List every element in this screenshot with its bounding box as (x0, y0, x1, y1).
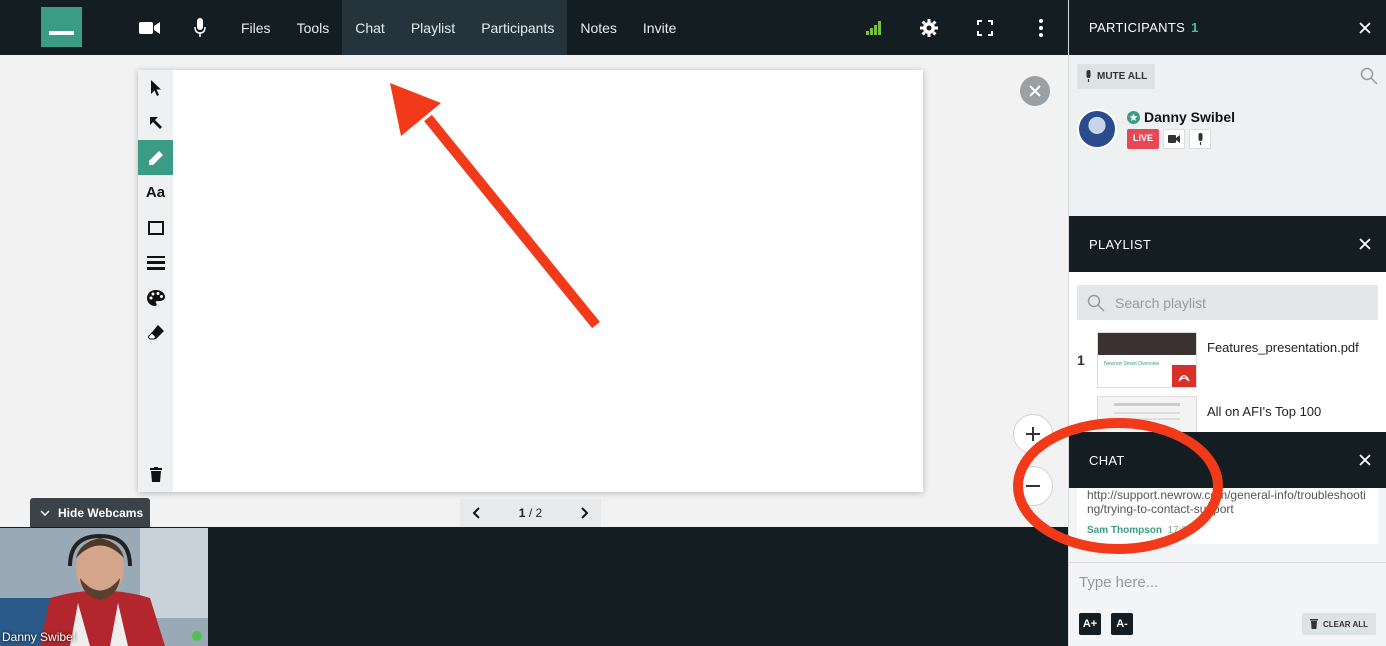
nav-notes[interactable]: Notes (567, 0, 630, 55)
color-palette-icon[interactable] (138, 280, 173, 315)
chat-message-text[interactable]: http://support.newrow.com/general-info/t… (1087, 488, 1368, 516)
more-options-icon[interactable] (1034, 0, 1048, 55)
online-status-dot (192, 631, 202, 641)
playlist-thumbnail: Newrow Smart Overview (1097, 332, 1197, 388)
webcam-video[interactable]: Danny Swibel (0, 528, 208, 646)
mute-all-button[interactable]: MUTE ALL (1077, 63, 1156, 89)
participants-toolbar: MUTE ALL (1069, 55, 1386, 97)
playlist-item[interactable]: 2 All on AFI's Top 100 (1069, 392, 1386, 432)
webcam-person-image (0, 528, 208, 646)
search-icon (1087, 294, 1105, 312)
font-decrease-button[interactable]: A- (1111, 613, 1133, 635)
arrow-tool-icon[interactable] (138, 105, 173, 140)
chat-title: CHAT (1089, 452, 1125, 468)
close-icon (1029, 85, 1041, 97)
right-panel: PARTICIPANTS 1 MUTE ALL Danny Swibel LIV… (1068, 0, 1386, 646)
eraser-tool-icon[interactable] (138, 315, 173, 350)
hide-webcams-label: Hide Webcams (58, 505, 144, 520)
playlist-header: PLAYLIST (1069, 216, 1386, 272)
line-width-tool-icon[interactable] (138, 245, 173, 280)
close-whiteboard-button[interactable] (1020, 76, 1050, 106)
participant-row[interactable]: Danny Swibel LIVE (1069, 97, 1386, 161)
participants-count: 1 (1191, 20, 1199, 35)
chevron-right-icon[interactable] (581, 507, 589, 519)
nav-participants[interactable]: Participants (468, 0, 568, 55)
participant-badges: LIVE (1127, 129, 1235, 149)
zoom-in-button[interactable] (1013, 414, 1053, 454)
chat-message: http://support.newrow.com/general-info/t… (1077, 488, 1378, 544)
chat-messages: http://support.newrow.com/general-info/t… (1069, 488, 1386, 564)
host-star-icon (1127, 110, 1140, 124)
chevron-down-icon (40, 509, 50, 516)
playlist-item-name: All on AFI's Top 100 (1207, 404, 1322, 419)
participant-name: Danny Swibel (1127, 109, 1235, 125)
plus-icon (1026, 427, 1040, 441)
main-nav: Files Tools Chat Playlist Participants N… (228, 0, 689, 55)
participants-header: PARTICIPANTS 1 (1069, 0, 1386, 55)
pencil-tool-icon[interactable] (138, 140, 173, 175)
playlist-search-input[interactable]: Search playlist (1077, 285, 1378, 320)
microphone-icon (1086, 70, 1091, 82)
page-indicator: 1 / 2 (518, 506, 543, 520)
playlist-section: Search playlist 1 Newrow Smart Overview … (1069, 272, 1386, 432)
camera-icon[interactable] (138, 0, 162, 55)
chat-header: CHAT (1069, 432, 1386, 488)
rectangle-tool-icon[interactable] (138, 210, 173, 245)
zoom-out-button[interactable] (1013, 466, 1053, 506)
avatar (1077, 109, 1117, 149)
page-navigator: 1 / 2 (460, 499, 601, 527)
playlist-item[interactable]: 1 Newrow Smart Overview Features_present… (1069, 328, 1386, 392)
participants-section: MUTE ALL Danny Swibel LIVE (1069, 55, 1386, 216)
participant-camera-icon[interactable] (1163, 129, 1186, 149)
trash-icon (1309, 619, 1318, 629)
nav-tools[interactable]: Tools (284, 0, 343, 55)
webcam-name-label: Danny Swibel (2, 630, 76, 644)
text-tool-icon[interactable]: Aa (138, 175, 173, 210)
clear-all-button[interactable]: CLEAR ALL (1301, 613, 1376, 635)
font-increase-button[interactable]: A+ (1079, 613, 1101, 635)
trash-icon[interactable] (138, 457, 173, 492)
chat-message-meta: Sam Thompson 17:26 (1087, 525, 1193, 536)
microphone-icon[interactable] (192, 0, 208, 55)
pointer-tool-icon[interactable] (138, 70, 173, 105)
nav-files[interactable]: Files (228, 0, 284, 55)
close-participants-icon[interactable] (1358, 21, 1372, 35)
pdf-icon (1172, 365, 1196, 387)
playlist-title: PLAYLIST (1089, 236, 1152, 252)
chat-input[interactable]: Type here... (1079, 574, 1158, 591)
playlist-item-name: Features_presentation.pdf (1207, 340, 1359, 355)
hide-webcams-button[interactable]: Hide Webcams (30, 498, 150, 527)
whiteboard[interactable]: Aa (138, 70, 923, 492)
signal-strength-icon (865, 0, 883, 55)
app-logo (41, 7, 82, 47)
close-chat-icon[interactable] (1358, 453, 1372, 467)
participant-microphone-icon[interactable] (1189, 129, 1212, 149)
whiteboard-toolbar: Aa (138, 70, 173, 492)
fullscreen-icon[interactable] (975, 0, 995, 55)
close-playlist-icon[interactable] (1358, 237, 1372, 251)
nav-chat[interactable]: Chat (342, 0, 398, 55)
live-badge: LIVE (1127, 129, 1160, 149)
nav-playlist[interactable]: Playlist (397, 0, 469, 55)
search-icon[interactable] (1360, 67, 1378, 85)
minus-icon (1026, 485, 1040, 487)
chat-font-tools: A+ A- (1079, 613, 1133, 635)
top-bar: Files Tools Chat Playlist Participants N… (0, 0, 1068, 55)
nav-invite[interactable]: Invite (630, 0, 689, 55)
playlist-thumbnail (1097, 396, 1197, 432)
settings-gear-icon[interactable] (919, 0, 939, 55)
chevron-left-icon[interactable] (472, 507, 480, 519)
participants-title: PARTICIPANTS (1089, 20, 1186, 35)
